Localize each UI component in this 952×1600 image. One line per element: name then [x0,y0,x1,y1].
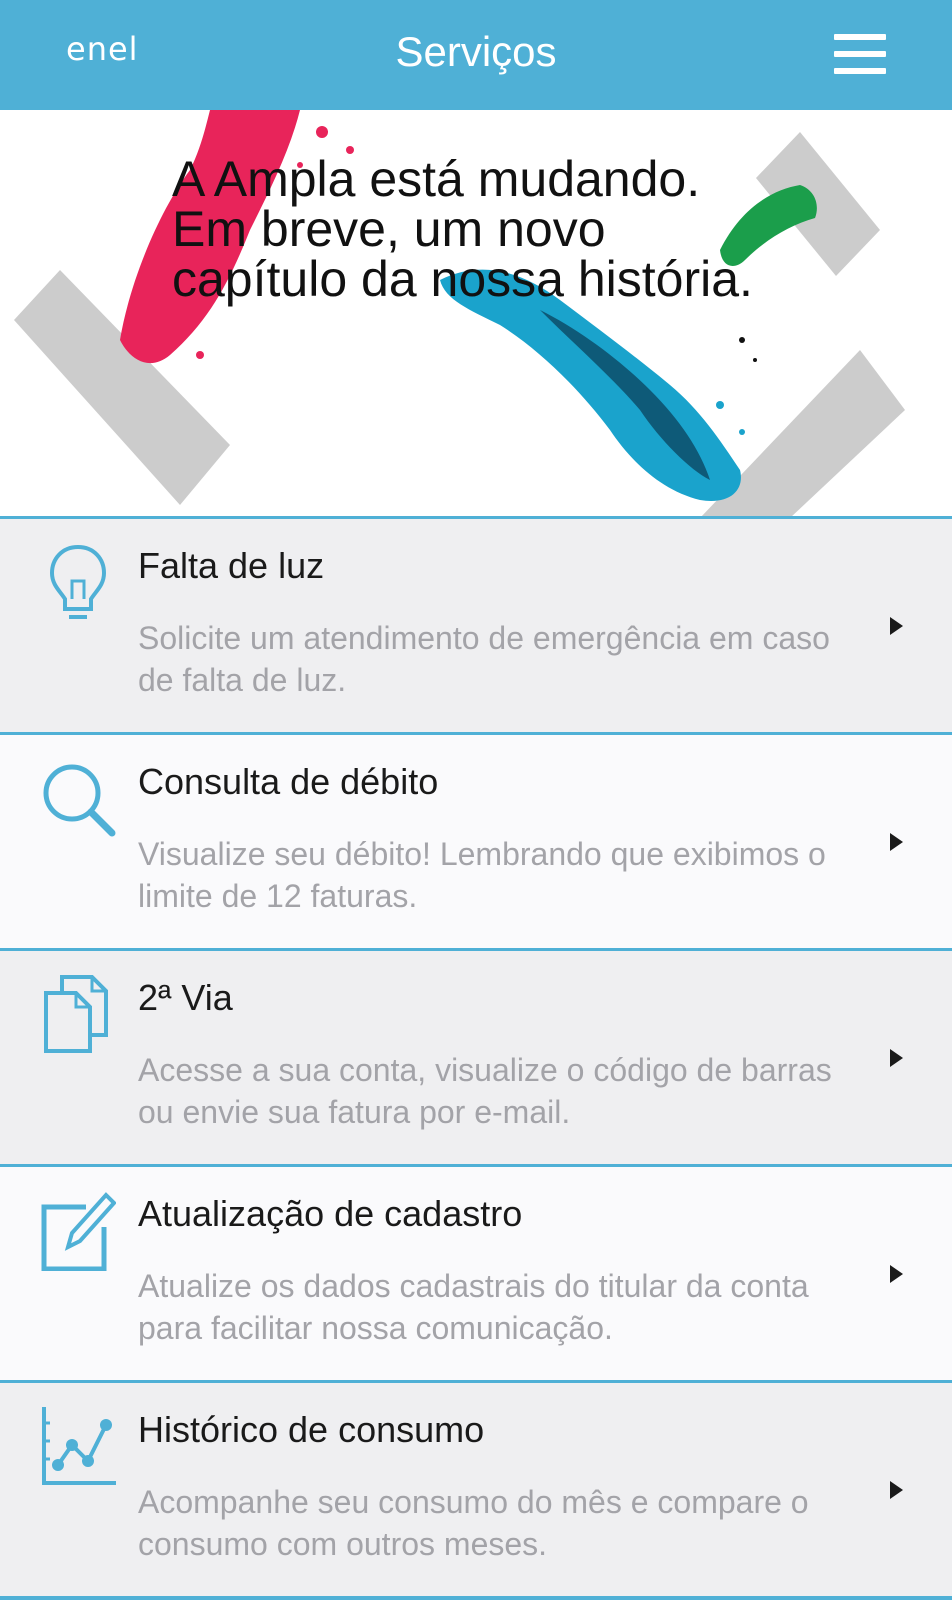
page-title: Serviços [395,28,557,75]
service-description: Acompanhe seu consumo do mês e compare o… [138,1484,809,1562]
chevron-right-icon [890,1265,903,1283]
app-header: enel Serviços [0,0,952,110]
service-title: Falta de luz [138,545,325,586]
chevron-right-icon [890,1049,903,1067]
service-title: Atualização de cadastro [138,1193,523,1234]
line-chart-icon [42,1407,116,1485]
service-description: Solicite um atendimento de emergência em… [138,620,830,698]
list-bottom-divider [0,1596,952,1600]
services-list: Falta de luz Solicite um atendimento de … [0,516,952,1596]
hamburger-menu-icon[interactable] [834,34,886,74]
chevron-right-icon [890,1481,903,1499]
service-item-falta-de-luz[interactable]: Falta de luz Solicite um atendimento de … [0,516,952,732]
service-title: Histórico de consumo [138,1409,485,1450]
banner-message: A Ampla está mudando. Em breve, um novo … [172,151,753,307]
documents-icon [44,975,108,1053]
chevron-right-icon [890,833,903,851]
service-description: Visualize seu débito! Lembrando que exib… [138,836,826,914]
search-icon [43,764,116,837]
promo-banner: A Ampla está mudando. Em breve, um novo … [0,110,952,518]
service-title: 2ª Via [138,977,233,1018]
service-description: Atualize os dados cadastrais do titular … [138,1268,809,1346]
service-title: Consulta de débito [138,761,439,802]
service-description: Acesse a sua conta, visualize o código d… [138,1052,832,1130]
service-item-atualizacao-de-cadastro[interactable]: Atualização de cadastro Atualize os dado… [0,1164,952,1380]
edit-icon [41,1192,116,1271]
service-item-2a-via[interactable]: 2ª Via Acesse a sua conta, visualize o c… [0,948,952,1164]
service-item-consulta-de-debito[interactable]: Consulta de débito Visualize seu débito!… [0,732,952,948]
chevron-right-icon [890,617,903,635]
service-item-historico-de-consumo[interactable]: Histórico de consumo Acompanhe seu consu… [0,1380,952,1596]
lightbulb-icon [49,544,107,619]
